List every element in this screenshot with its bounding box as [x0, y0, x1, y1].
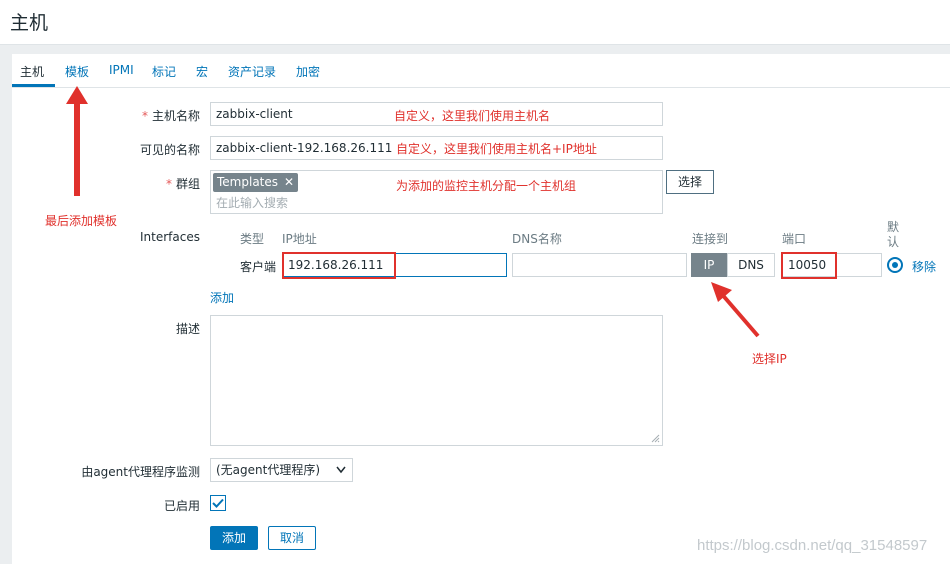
col-dns: DNS名称 [512, 232, 562, 246]
chevron-down-icon [336, 466, 346, 474]
ip-arrow-icon [711, 282, 760, 338]
tab-macros[interactable]: 宏 [196, 63, 208, 80]
proxy-selected-value: (无agent代理程序) [216, 463, 321, 477]
description-textarea[interactable] [210, 315, 663, 446]
proxy-select[interactable]: (无agent代理程序) [210, 458, 353, 482]
tab-ipmi[interactable]: IPMI [109, 63, 134, 77]
default-interface-radio[interactable] [887, 257, 903, 273]
visible-name-label: 可见的名称 [139, 143, 200, 157]
host-name-annotation: 自定义，这里我们使用主机名 [394, 109, 551, 123]
groups-annotation: 为添加的监控主机分配一个主机组 [396, 179, 577, 193]
add-interface-link[interactable]: 添加 [210, 289, 234, 306]
remove-tag-icon[interactable]: ✕ [284, 175, 294, 189]
ip-highlight-box [282, 252, 396, 279]
interfaces-label: Interfaces [140, 230, 200, 244]
cancel-button[interactable]: 取消 [268, 526, 316, 550]
interface-type: 客户端 [240, 260, 277, 274]
visible-name-annotation: 自定义，这里我们使用主机名+IP地址 [396, 142, 597, 156]
port-highlight-box [781, 252, 837, 279]
enabled-label: 已启用 [163, 499, 200, 513]
groups-select-button[interactable]: 选择 [666, 170, 714, 194]
tab-encryption[interactable]: 加密 [296, 63, 320, 80]
interface-dns-input[interactable] [512, 253, 687, 277]
form-card [12, 54, 950, 564]
page-header [0, 0, 950, 45]
ip-annotation: 选择IP [752, 352, 787, 366]
page-title: 主机 [10, 12, 49, 34]
template-annotation: 最后添加模板 [45, 214, 118, 228]
col-default: 默认 [887, 220, 900, 249]
col-port: 端口 [782, 232, 807, 246]
groups-search-placeholder[interactable]: 在此输入搜索 [216, 194, 288, 211]
checkmark-icon [212, 498, 224, 508]
description-label: 描述 [175, 322, 200, 336]
active-tab-indicator [12, 84, 55, 87]
template-arrow-icon [66, 86, 88, 196]
tab-host[interactable]: 主机 [20, 63, 44, 80]
proxy-label: 由agent代理程序监测 [81, 465, 200, 479]
col-connect: 连接到 [692, 232, 729, 246]
tab-tags[interactable]: 标记 [152, 63, 176, 80]
remove-interface-link[interactable]: 移除 [912, 258, 936, 275]
group-tag-templates: Templates ✕ [213, 173, 299, 192]
watermark: https://blog.csdn.net/qq_31548597 [697, 537, 928, 554]
host-name-label: * 主机名称 [141, 109, 200, 123]
col-ip: IP地址 [282, 232, 317, 246]
groups-label: * 群组 [165, 177, 200, 191]
group-tag-label: Templates [217, 175, 279, 189]
connect-dns-button[interactable]: DNS [727, 253, 775, 277]
connect-ip-button[interactable]: IP [691, 253, 727, 277]
tab-inventory[interactable]: 资产记录 [228, 63, 276, 80]
col-type: 类型 [240, 232, 265, 246]
tab-templates[interactable]: 模板 [65, 63, 89, 80]
resize-handle-icon[interactable] [650, 433, 660, 443]
add-host-button[interactable]: 添加 [210, 526, 258, 550]
